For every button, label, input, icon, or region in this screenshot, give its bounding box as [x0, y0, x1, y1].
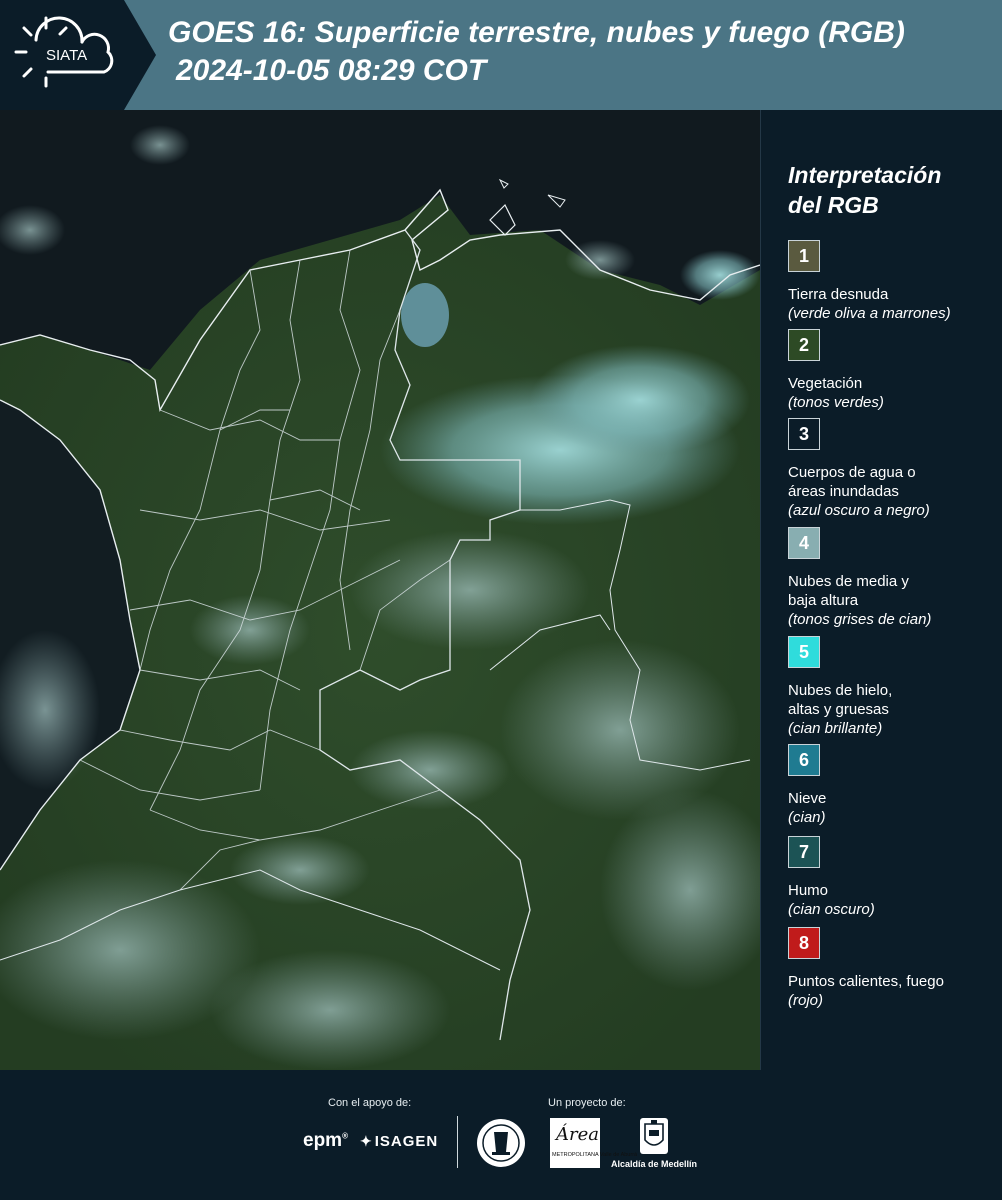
area-metropolitana-logo[interactable]: Área METROPOLITANA Valle de Aburrá: [550, 1118, 637, 1168]
satellite-image: [0, 110, 760, 1070]
timestamp: 2024-10-05 08:29 COT: [176, 54, 487, 87]
legend-label-8: Puntos calientes, fuego: [788, 973, 944, 990]
legend-swatch-2: 2: [788, 329, 820, 361]
footer: Con el apoyo de: Un proyecto de: epm® ✦ I…: [0, 1070, 1002, 1200]
legend-label-2: Vegetación: [788, 375, 863, 392]
legend-note-1: (verde oliva a marrones): [788, 305, 951, 322]
legend-item-water: 3 Cuerpos de agua o áreas inundadas (azu…: [788, 418, 988, 527]
legend-swatch-1: 1: [788, 240, 820, 272]
legend-swatch-6: 6: [788, 744, 820, 776]
header-bar: SIATA GOES 16: Superficie terrestre, nub…: [0, 0, 1002, 110]
project-label: Un proyecto de:: [548, 1097, 626, 1109]
page-title: GOES 16: Superficie terrestre, nubes y f…: [168, 16, 905, 49]
legend-label-6: Nieve: [788, 790, 827, 807]
isagen-logo[interactable]: ✦ ISAGEN: [360, 1133, 438, 1150]
epm-logo[interactable]: epm®: [303, 1130, 348, 1152]
legend-note-2: (tonos verdes): [788, 394, 884, 411]
legend-title: Interpretación del RGB: [788, 162, 942, 218]
siata-logo: SIATA: [0, 0, 158, 110]
footer-divider: [457, 1116, 458, 1168]
legend-note-7: (cian oscuro): [788, 901, 875, 918]
legend-note-3: (azul oscuro a negro): [788, 502, 930, 519]
isagen-icon: ✦: [360, 1133, 373, 1149]
satellite-map[interactable]: [0, 110, 760, 1070]
legend-label-5: Nubes de hielo, altas y gruesas: [788, 682, 893, 718]
university-seal-logo[interactable]: [476, 1118, 526, 1168]
legend-note-4: (tonos grises de cian): [788, 611, 932, 628]
area-logo-subtitle: METROPOLITANA Valle de Aburrá: [552, 1152, 638, 1158]
legend-swatch-8: 8: [788, 927, 820, 959]
medellin-coat-of-arms-icon[interactable]: [640, 1118, 668, 1154]
logo-text: SIATA: [46, 47, 87, 64]
isagen-logo-text: ISAGEN: [374, 1133, 439, 1150]
map-divider: [760, 110, 761, 1070]
legend-swatch-5: 5: [788, 636, 820, 668]
legend-swatch-3: 3: [788, 418, 820, 450]
legend-item-low-clouds: 4 Nubes de media y baja altura (tonos gr…: [788, 527, 988, 636]
legend-item-snow: 6 Nieve (cian): [788, 744, 988, 836]
legend-swatch-4: 4: [788, 527, 820, 559]
legend-item-bare-soil: 1 Tierra desnuda (verde oliva a marrones…: [788, 240, 988, 329]
epm-logo-text: epm: [303, 1130, 343, 1151]
legend-label-3: Cuerpos de agua o áreas inundadas: [788, 464, 916, 500]
legend-swatch-7: 7: [788, 836, 820, 868]
legend-note-6: (cian): [788, 809, 826, 826]
legend-note-5: (cian brillante): [788, 720, 883, 737]
medellin-label: Alcaldía de Medellín: [611, 1159, 698, 1169]
legend-item-fire: 8 Puntos calientes, fuego (rojo): [788, 927, 988, 1016]
area-logo-title: Área: [556, 1124, 599, 1145]
legend-label-4: Nubes de media y baja altura: [788, 573, 909, 609]
legend-label-1: Tierra desnuda: [788, 286, 889, 303]
legend-note-8: (rojo): [788, 992, 824, 1009]
support-label: Con el apoyo de:: [328, 1097, 412, 1109]
legend-item-ice-clouds: 5 Nubes de hielo, altas y gruesas (cian …: [788, 636, 988, 744]
legend-item-smoke: 7 Humo (cian oscuro): [788, 836, 988, 927]
legend-label-7: Humo: [788, 882, 829, 899]
legend-panel: Interpretación del RGB 1 Tierra desnuda …: [788, 160, 988, 1016]
legend-item-vegetation: 2 Vegetación (tonos verdes): [788, 329, 988, 418]
